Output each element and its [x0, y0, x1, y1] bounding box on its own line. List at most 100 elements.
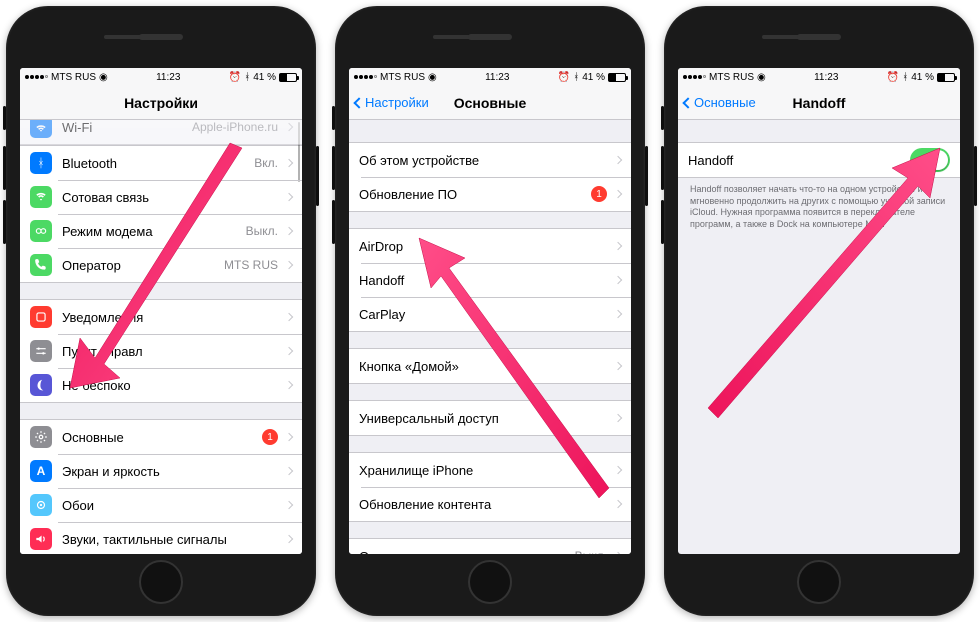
page-title: Основные [454, 95, 527, 111]
row-accessibility[interactable]: Универсальный доступ [349, 401, 631, 435]
statusbar: MTS RUS ◉ 11:23 ⏰ ᚼ 41 % [349, 68, 631, 86]
home-button[interactable] [797, 560, 841, 604]
row-label: Handoff [359, 273, 611, 288]
vol-down [661, 200, 664, 244]
row-display[interactable]: A Экран и яркость [20, 454, 302, 488]
row-value: MTS RUS [224, 258, 278, 272]
power-button [974, 146, 977, 206]
badge: 1 [591, 186, 607, 202]
carrier-label: MTS RUS [51, 72, 96, 83]
footnote-text: Handoff позволяет начать что-то на одном… [678, 178, 960, 237]
chevron-right-icon [285, 159, 293, 167]
chevron-right-icon [614, 466, 622, 474]
row-about[interactable]: Об этом устройстве [349, 143, 631, 177]
vol-up [661, 146, 664, 190]
phone-settings: MTS RUS ◉ 11:23 ⏰ ᚼ 41 % Настройки Wi-Fi… [6, 6, 316, 616]
control-center-icon [30, 340, 52, 362]
wifi-icon: ◉ [428, 72, 437, 83]
back-button[interactable]: Основные [684, 95, 756, 110]
chevron-right-icon [614, 310, 622, 318]
power-button [645, 146, 648, 206]
row-background-refresh[interactable]: Обновление контента [349, 487, 631, 521]
row-dnd[interactable]: Не беспоко [20, 368, 302, 402]
chevron-right-icon [285, 227, 293, 235]
row-label: Оператор [62, 258, 224, 273]
mute-switch [3, 106, 6, 130]
row-wifi[interactable]: Wi-Fi Apple-iPhone.ru [20, 120, 302, 144]
time-label: 11:23 [156, 72, 180, 83]
chevron-right-icon [285, 313, 293, 321]
alarm-icon: ⏰ [229, 72, 241, 83]
row-label: Универсальный доступ [359, 411, 611, 426]
signal-icon [25, 75, 48, 79]
alarm-icon: ⏰ [887, 72, 899, 83]
row-notifications[interactable]: Уведомления [20, 300, 302, 334]
chevron-right-icon [285, 501, 293, 509]
row-restrictions[interactable]: Ограничения Выкл. [349, 539, 631, 554]
back-label: Настройки [365, 95, 429, 110]
cellular-icon [30, 186, 52, 208]
content-settings[interactable]: Wi-Fi Apple-iPhone.ru ᚼ Bluetooth Вкл. С… [20, 120, 302, 554]
chevron-right-icon [285, 467, 293, 475]
row-carplay[interactable]: CarPlay [349, 297, 631, 331]
row-handoff[interactable]: Handoff [349, 263, 631, 297]
chevron-right-icon [614, 362, 622, 370]
row-airdrop[interactable]: AirDrop [349, 229, 631, 263]
row-label: Экран и яркость [62, 464, 282, 479]
home-button[interactable] [139, 560, 183, 604]
statusbar: MTS RUS ◉ 11:23 ⏰ ᚼ 41 % [678, 68, 960, 86]
wallpaper-icon [30, 494, 52, 516]
row-label: Об этом устройстве [359, 153, 611, 168]
chevron-right-icon [614, 190, 622, 198]
row-bluetooth[interactable]: ᚼ Bluetooth Вкл. [20, 146, 302, 180]
row-label: Звуки, тактильные сигналы [62, 532, 282, 547]
signal-icon [354, 75, 377, 79]
chevron-right-icon [614, 156, 622, 164]
row-value: Вкл. [254, 156, 278, 170]
navbar-general: Настройки Основные [349, 86, 631, 120]
gear-icon [30, 426, 52, 448]
row-storage[interactable]: Хранилище iPhone [349, 453, 631, 487]
row-label: Сотовая связь [62, 190, 282, 205]
chevron-right-icon [285, 261, 293, 269]
row-label: Пункт управл [62, 344, 282, 359]
row-label: AirDrop [359, 239, 611, 254]
row-value: Выкл. [575, 549, 607, 554]
row-sounds[interactable]: Звуки, тактильные сигналы [20, 522, 302, 554]
page-title: Handoff [793, 95, 846, 111]
row-home-button[interactable]: Кнопка «Домой» [349, 349, 631, 383]
home-button[interactable] [468, 560, 512, 604]
row-handoff-toggle[interactable]: Handoff [678, 143, 960, 177]
content-general[interactable]: Об этом устройстве Обновление ПО 1 AirDr… [349, 120, 631, 554]
content-handoff[interactable]: Handoff Handoff позволяет начать что-то … [678, 120, 960, 554]
hotspot-icon [30, 220, 52, 242]
row-software-update[interactable]: Обновление ПО 1 [349, 177, 631, 211]
row-carrier[interactable]: Оператор MTS RUS [20, 248, 302, 282]
row-general[interactable]: Основные 1 [20, 420, 302, 454]
back-button[interactable]: Настройки [355, 95, 429, 110]
notifications-icon [30, 306, 52, 328]
row-hotspot[interactable]: Режим модема Выкл. [20, 214, 302, 248]
chevron-right-icon [285, 535, 293, 543]
row-control-center[interactable]: Пункт управл [20, 334, 302, 368]
vol-up [3, 146, 6, 190]
chevron-right-icon [285, 123, 293, 131]
row-label: Режим модема [62, 224, 246, 239]
wifi-icon: ◉ [99, 72, 108, 83]
row-label: Обои [62, 498, 282, 513]
row-cellular[interactable]: Сотовая связь [20, 180, 302, 214]
bluetooth-icon: ᚼ [244, 72, 250, 83]
chevron-left-icon [353, 97, 364, 108]
navbar-handoff: Основные Handoff [678, 86, 960, 120]
battery-icon [279, 73, 297, 82]
chevron-left-icon [682, 97, 693, 108]
bluetooth-icon: ᚼ [573, 72, 579, 83]
row-label: Не беспоко [62, 378, 282, 393]
time-label: 11:23 [485, 72, 509, 83]
row-label: Основные [62, 430, 262, 445]
row-label: Обновление контента [359, 497, 611, 512]
toggle-on[interactable] [910, 148, 950, 172]
chevron-right-icon [285, 381, 293, 389]
vol-down [332, 200, 335, 244]
row-wallpaper[interactable]: Обои [20, 488, 302, 522]
